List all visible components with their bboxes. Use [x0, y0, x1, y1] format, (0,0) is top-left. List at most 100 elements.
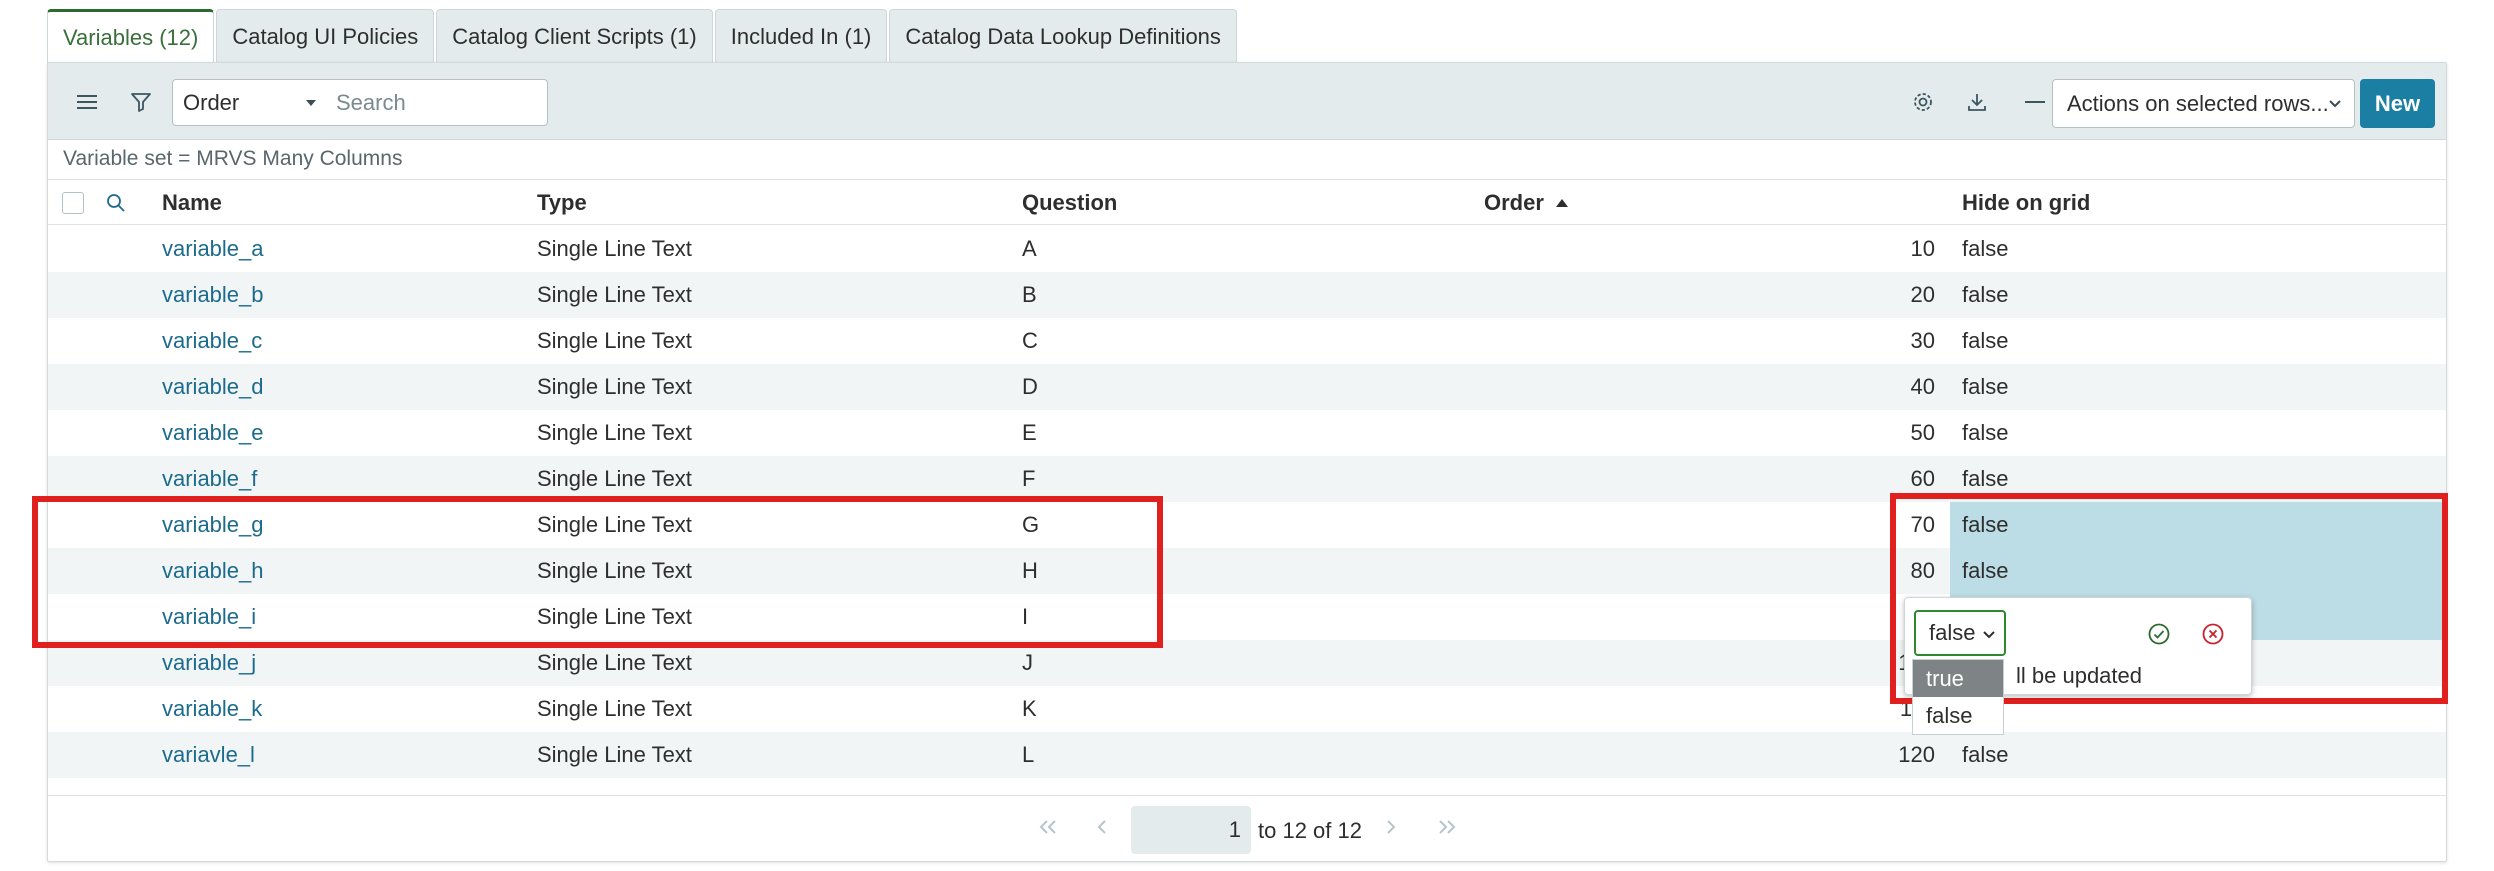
tab-catalog-data-lookup-definitions[interactable]: Catalog Data Lookup Definitions [889, 9, 1237, 63]
hide-on-grid-options: true false [1912, 659, 2004, 735]
row-name-link[interactable]: variable_d [162, 364, 264, 410]
next-page-icon[interactable] [1385, 818, 1397, 841]
row-name-link[interactable]: variable_f [162, 456, 257, 502]
select-all-checkbox[interactable] [62, 192, 84, 214]
row-name-link[interactable]: variable_b [162, 272, 264, 318]
row-order: 110 [1338, 686, 1935, 732]
row-order: 120 [1898, 742, 1935, 767]
row-question: D [1022, 374, 1038, 399]
previous-page-icon[interactable] [1096, 818, 1108, 841]
row-order: 60 [1910, 466, 1935, 491]
table-body: variable_a Single Line Text A 10 false varia… [48, 226, 2447, 778]
first-page-icon[interactable] [1037, 818, 1059, 841]
column-header-type[interactable]: Type [537, 180, 587, 226]
row-question: L [1022, 742, 1035, 767]
last-page-icon[interactable] [1436, 818, 1458, 841]
table-row: variable_f Single Line Text F 60 false [48, 456, 2446, 502]
option-false[interactable]: false [1913, 697, 2003, 734]
table-row: variable_g Single Line Text G 70 false [48, 502, 2447, 548]
column-header-hide-on-grid[interactable]: Hide on grid [1962, 180, 2090, 226]
actions-on-selected-rows-select[interactable]: Actions on selected rows... [2052, 79, 2355, 128]
row-question: B [1022, 282, 1037, 307]
related-list-tabs: Variables (12) Catalog UI Policies Catal… [47, 9, 1239, 63]
row-type: Single Line Text [537, 374, 692, 399]
row-question: I [1022, 604, 1029, 629]
row-hide-on-grid[interactable]: false [1950, 364, 2447, 410]
table-row: variable_d Single Line Text D 40 false [48, 364, 2446, 410]
update-message: ll be updated [2016, 663, 2142, 688]
search-input[interactable] [326, 79, 548, 126]
list-panel: Order Actions on selected rows... New Va… [47, 62, 2447, 862]
row-hide-on-grid[interactable]: false [1950, 410, 2447, 456]
row-type: Single Line Text [537, 236, 692, 261]
row-type: Single Line Text [537, 650, 692, 675]
row-order: 80 [1910, 558, 1935, 583]
hamburger-menu-icon[interactable] [72, 87, 102, 117]
gear-icon[interactable] [1908, 87, 1938, 117]
column-header-name[interactable]: Name [162, 180, 222, 226]
row-type: Single Line Text [537, 558, 692, 583]
sort-ascending-icon [1555, 199, 1568, 207]
row-question: E [1022, 420, 1037, 445]
row-name-link[interactable]: variable_a [162, 226, 264, 272]
row-hide-on-grid[interactable]: false [1950, 318, 2447, 364]
search-field-select[interactable]: Order [172, 79, 327, 126]
row-hide-on-grid[interactable]: false [1950, 456, 2447, 502]
filter-breadcrumb[interactable]: Variable set = MRVS Many Columns [63, 147, 402, 171]
table-row: variable_a Single Line Text A 10 false [48, 226, 2446, 272]
table-row: variable_e Single Line Text E 50 false [48, 410, 2446, 456]
row-type: Single Line Text [537, 742, 692, 767]
row-name-link[interactable]: variable_h [162, 548, 264, 594]
column-search-icon[interactable] [106, 180, 126, 226]
hide-on-grid-select[interactable]: false [1914, 610, 2006, 656]
filter-icon[interactable] [126, 87, 156, 117]
table-header: Name Type Question Order Hide on grid [48, 179, 2446, 225]
row-hide-on-grid[interactable]: false [1950, 226, 2447, 272]
option-true[interactable]: true [1913, 660, 2003, 697]
page-range-text: to 12 of 12 [1258, 818, 1362, 843]
row-type: Single Line Text [537, 328, 692, 353]
row-name-link[interactable]: variable_c [162, 318, 262, 364]
tab-catalog-client-scripts[interactable]: Catalog Client Scripts (1) [436, 9, 713, 63]
tab-variables[interactable]: Variables (12) [47, 9, 215, 63]
table-row: variable_c Single Line Text C 30 false [48, 318, 2446, 364]
row-order: 30 [1910, 328, 1935, 353]
cancel-icon[interactable] [2201, 622, 2225, 651]
table-row: variable_b Single Line Text B 20 false [48, 272, 2446, 318]
row-order: 10 [1910, 236, 1935, 261]
row-name-link[interactable]: variable_j [162, 640, 256, 686]
row-question: F [1022, 466, 1036, 491]
row-hide-on-grid[interactable]: false [1950, 272, 2447, 318]
row-order: 40 [1910, 374, 1935, 399]
tab-catalog-ui-policies[interactable]: Catalog UI Policies [216, 9, 435, 63]
check-icon[interactable] [2147, 622, 2171, 651]
column-header-question[interactable]: Question [1022, 180, 1117, 226]
chevron-down-icon [1983, 631, 1995, 639]
row-name-link[interactable]: variavle_l [162, 732, 255, 778]
row-name-link[interactable]: variable_g [162, 502, 264, 548]
download-icon[interactable] [1962, 87, 1992, 117]
column-header-order-label: Order [1484, 190, 1544, 215]
tab-included-in[interactable]: Included In (1) [714, 9, 888, 63]
row-type: Single Line Text [537, 604, 692, 629]
row-type: Single Line Text [537, 282, 692, 307]
page-number-input[interactable]: 1 [1131, 806, 1251, 854]
caret-down-icon [306, 100, 316, 106]
row-question: A [1022, 236, 1037, 261]
collapse-icon[interactable] [2020, 87, 2050, 117]
chevron-down-icon [2329, 100, 2341, 108]
hide-on-grid-select-value: false [1929, 620, 1976, 645]
row-question: H [1022, 558, 1038, 583]
list-toolbar: Order Actions on selected rows... New [48, 63, 2446, 140]
row-type: Single Line Text [537, 420, 692, 445]
new-button[interactable]: New [2360, 79, 2435, 128]
column-header-order[interactable]: Order [1484, 180, 1568, 226]
row-hide-on-grid[interactable]: false [1950, 502, 2447, 548]
row-name-link[interactable]: variable_k [162, 686, 262, 732]
row-name-link[interactable]: variable_e [162, 410, 264, 456]
row-hide-on-grid[interactable]: false [1950, 548, 2447, 594]
row-hide-on-grid[interactable]: false [1950, 732, 2447, 778]
row-order: 100 [1338, 640, 1935, 686]
row-name-link[interactable]: variable_i [162, 594, 256, 640]
table-row: variable_h Single Line Text H 80 false [48, 548, 2447, 594]
